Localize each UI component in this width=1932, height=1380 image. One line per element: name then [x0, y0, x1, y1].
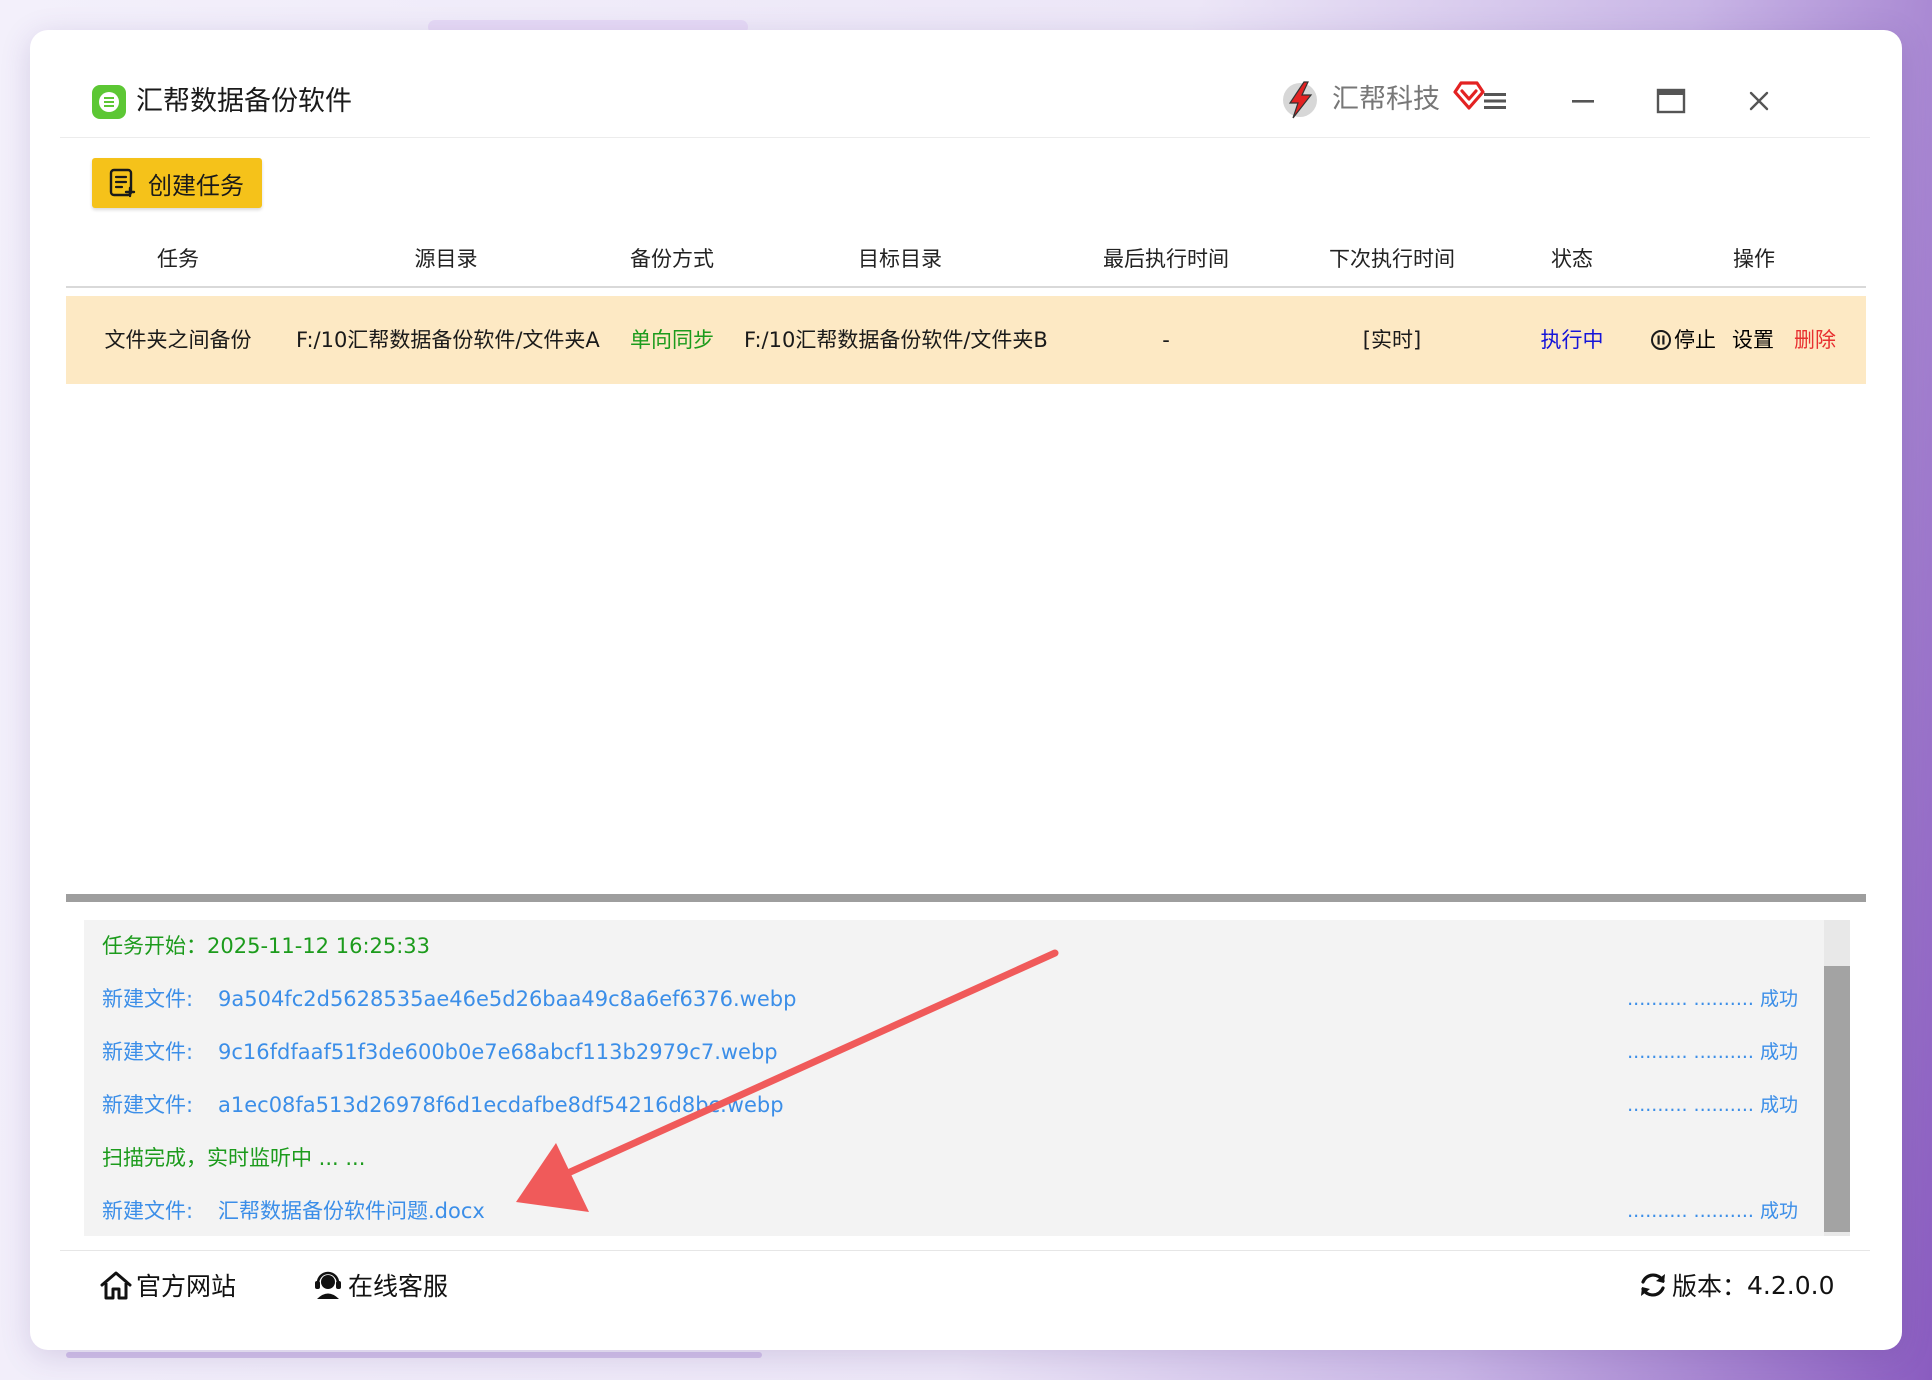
log-file-name: a1ec08fa513d26978f6d1ecdafbe8df54216d8bc… — [218, 1093, 784, 1117]
column-last-run: 最后执行时间 — [1103, 247, 1229, 271]
brand-logo-icon — [1283, 81, 1317, 119]
menu-icon — [1484, 93, 1506, 109]
log-line-start: 任务开始：2025-11-12 16:25:33 — [102, 934, 431, 958]
create-task-button[interactable]: 创建任务 — [92, 158, 262, 208]
task-table-header: 任务 源目录 备份方式 目标目录 最后执行时间 下次执行时间 状态 操作 — [66, 230, 1866, 288]
minimize-icon — [1572, 100, 1594, 103]
close-button[interactable] — [1736, 78, 1782, 124]
log-tag: 新建文件: — [102, 1199, 194, 1223]
brand-name: 汇帮科技 — [1332, 84, 1440, 115]
log-line: 新建文件: 9c16fdfaaf51f3de600b0e7e68abcf113b2… — [102, 1037, 778, 1067]
log-tag: 新建文件: — [102, 987, 194, 1011]
column-target: 目标目录 — [858, 247, 942, 271]
log-line-scan: 扫描完成，实时监听中 ... ... — [102, 1146, 366, 1170]
cell-last-run: - — [1162, 328, 1170, 352]
column-status: 状态 — [1551, 247, 1593, 271]
title-bar: 汇帮数据备份软件 汇帮科技 — [60, 60, 1870, 138]
version-number: 4.2.0.0 — [1747, 1270, 1835, 1300]
home-icon — [100, 1271, 132, 1300]
task-list-icon — [109, 168, 136, 198]
pause-icon — [1651, 330, 1671, 350]
table-row[interactable]: 文件夹之间备份 F:/10汇帮数据备份软件/文件夹A 单向同步 F:/10汇帮数… — [66, 296, 1866, 384]
log-status: .......... .......... 成功 — [1627, 1041, 1798, 1063]
log-tag: 新建文件: — [102, 1040, 194, 1064]
log-line: 新建文件: 汇帮数据备份软件问题.docx — [102, 1196, 485, 1226]
version-label: 版本： — [1672, 1272, 1748, 1301]
cell-mode: 单向同步 — [630, 328, 714, 352]
log-file-name: 9c16fdfaaf51f3de600b0e7e68abcf113b2979c7… — [218, 1040, 778, 1064]
log-tag: 新建文件: — [102, 1093, 194, 1117]
official-website-link[interactable]: 官方网站 — [100, 1265, 236, 1305]
cell-source: F:/10汇帮数据备份软件/文件夹A — [296, 328, 600, 352]
minimize-button[interactable] — [1560, 78, 1606, 124]
column-mode: 备份方式 — [630, 247, 714, 271]
column-source: 源目录 — [414, 247, 478, 271]
cell-target: F:/10汇帮数据备份软件/文件夹B — [744, 328, 1048, 352]
cell-next-run: [实时] — [1362, 328, 1422, 352]
cell-status: 执行中 — [1540, 328, 1604, 352]
column-task: 任务 — [157, 247, 199, 271]
log-line: 新建文件: 9a504fc2d5628535ae46e5d26baa49c8a6e… — [102, 984, 796, 1014]
online-support-label: 在线客服 — [348, 1272, 449, 1301]
stop-label: 停止 — [1674, 328, 1716, 352]
refresh-icon — [1641, 1273, 1665, 1297]
app-title: 汇帮数据备份软件 — [136, 86, 352, 117]
log-panel: 任务开始：2025-11-12 16:25:33 新建文件: 9a504fc2d5… — [84, 920, 1850, 1236]
log-status: .......... .......... 成功 — [1627, 988, 1798, 1010]
log-scrollbar-thumb[interactable] — [1824, 966, 1850, 1232]
log-file-name: 9a504fc2d5628535ae46e5d26baa49c8a6ef6376… — [218, 987, 797, 1011]
close-icon — [1749, 91, 1769, 111]
footer-bar: 官方网站 在线客服 版本： 4.2.0.0 — [60, 1250, 1870, 1318]
panel-splitter[interactable] — [66, 894, 1866, 902]
settings-button[interactable]: 设置 — [1732, 296, 1774, 384]
log-status: .......... .......... 成功 — [1627, 1200, 1798, 1222]
create-task-label: 创建任务 — [148, 171, 244, 200]
maximize-button[interactable] — [1648, 78, 1694, 124]
log-scrollbar[interactable] — [1824, 920, 1850, 1236]
online-support-link[interactable]: 在线客服 — [312, 1265, 448, 1305]
delete-button[interactable]: 删除 — [1794, 296, 1836, 384]
menu-button[interactable] — [1472, 78, 1518, 124]
log-line: 新建文件: a1ec08fa513d26978f6d1ecdafbe8df5421… — [102, 1090, 784, 1120]
official-website-label: 官方网站 — [136, 1272, 237, 1301]
maximize-icon — [1656, 88, 1686, 114]
column-actions: 操作 — [1733, 247, 1775, 271]
stop-button[interactable]: 停止 — [1650, 296, 1716, 384]
app-window: 汇帮数据备份软件 汇帮科技 创建任务 任务 源目录 备份方式 目标目录 最后执行… — [60, 60, 1870, 1318]
app-logo-icon — [92, 85, 126, 119]
version-info[interactable]: 版本： 4.2.0.0 — [1638, 1265, 1834, 1305]
log-status: .......... .......... 成功 — [1627, 1094, 1798, 1116]
log-file-name: 汇帮数据备份软件问题.docx — [218, 1199, 485, 1223]
column-next-run: 下次执行时间 — [1329, 247, 1455, 271]
background-strip — [66, 1352, 762, 1358]
customer-service-icon — [315, 1271, 341, 1299]
cell-task: 文件夹之间备份 — [104, 328, 252, 352]
